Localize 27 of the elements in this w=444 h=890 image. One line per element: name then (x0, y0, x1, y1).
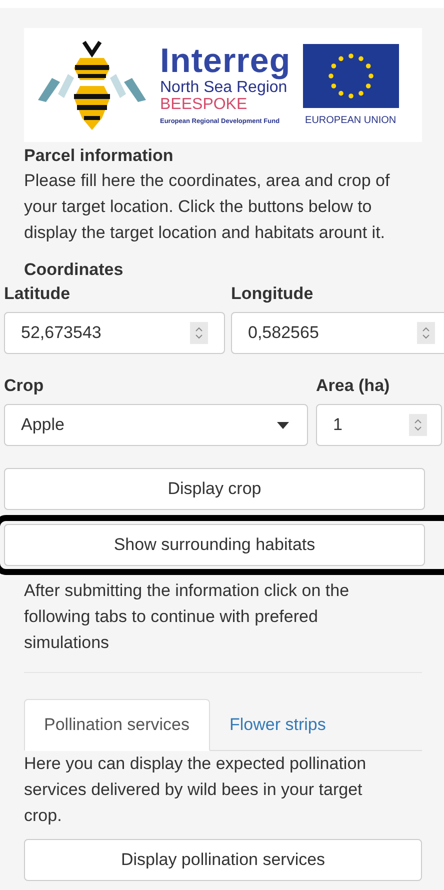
field-label: Latitude (4, 284, 72, 304)
union-label: EUROPEAN UNION (305, 115, 396, 126)
spinner-icon[interactable] (409, 414, 427, 436)
instructions-text: Please fill here the coordinates, area and crop of your target location. Click the buttons below to display the target location and habitats arount it. (24, 170, 391, 244)
number-field[interactable]: 52,673543 (4, 312, 225, 354)
project-name: BEESPOKE (160, 97, 248, 114)
spinner-icon[interactable] (417, 322, 435, 344)
tab[interactable]: Flower strips (210, 699, 346, 751)
crop-select[interactable]: Apple (4, 404, 308, 446)
flag-icon (302, 44, 399, 108)
action-button[interactable]: Show surrounding habitats (4, 524, 425, 566)
caret-icon (277, 422, 289, 428)
field-label: Longitude (231, 284, 314, 304)
section-heading: Parcel information (24, 146, 174, 166)
display-button[interactable]: Display pollination services (24, 839, 422, 881)
description-text: Here you can display the expected pollination services delivered by wild bees in your target crop. (24, 753, 368, 827)
number-field[interactable]: 1 (316, 404, 442, 446)
logo-region: North Sea Region (160, 80, 288, 96)
logo-title: Interreg (160, 44, 291, 78)
field-label: Area (ha) (316, 376, 391, 396)
field-label: Crop (4, 376, 45, 396)
action-button[interactable]: Display crop (4, 468, 425, 510)
number-field[interactable]: 0,582565 (231, 312, 444, 354)
tab[interactable]: Pollination services (24, 699, 210, 751)
section-heading: Coordinates (24, 260, 124, 280)
spinner-icon[interactable] (190, 322, 208, 344)
hint-text: After submitting the information click on the following tabs to continue with prefered simulations (24, 580, 350, 654)
